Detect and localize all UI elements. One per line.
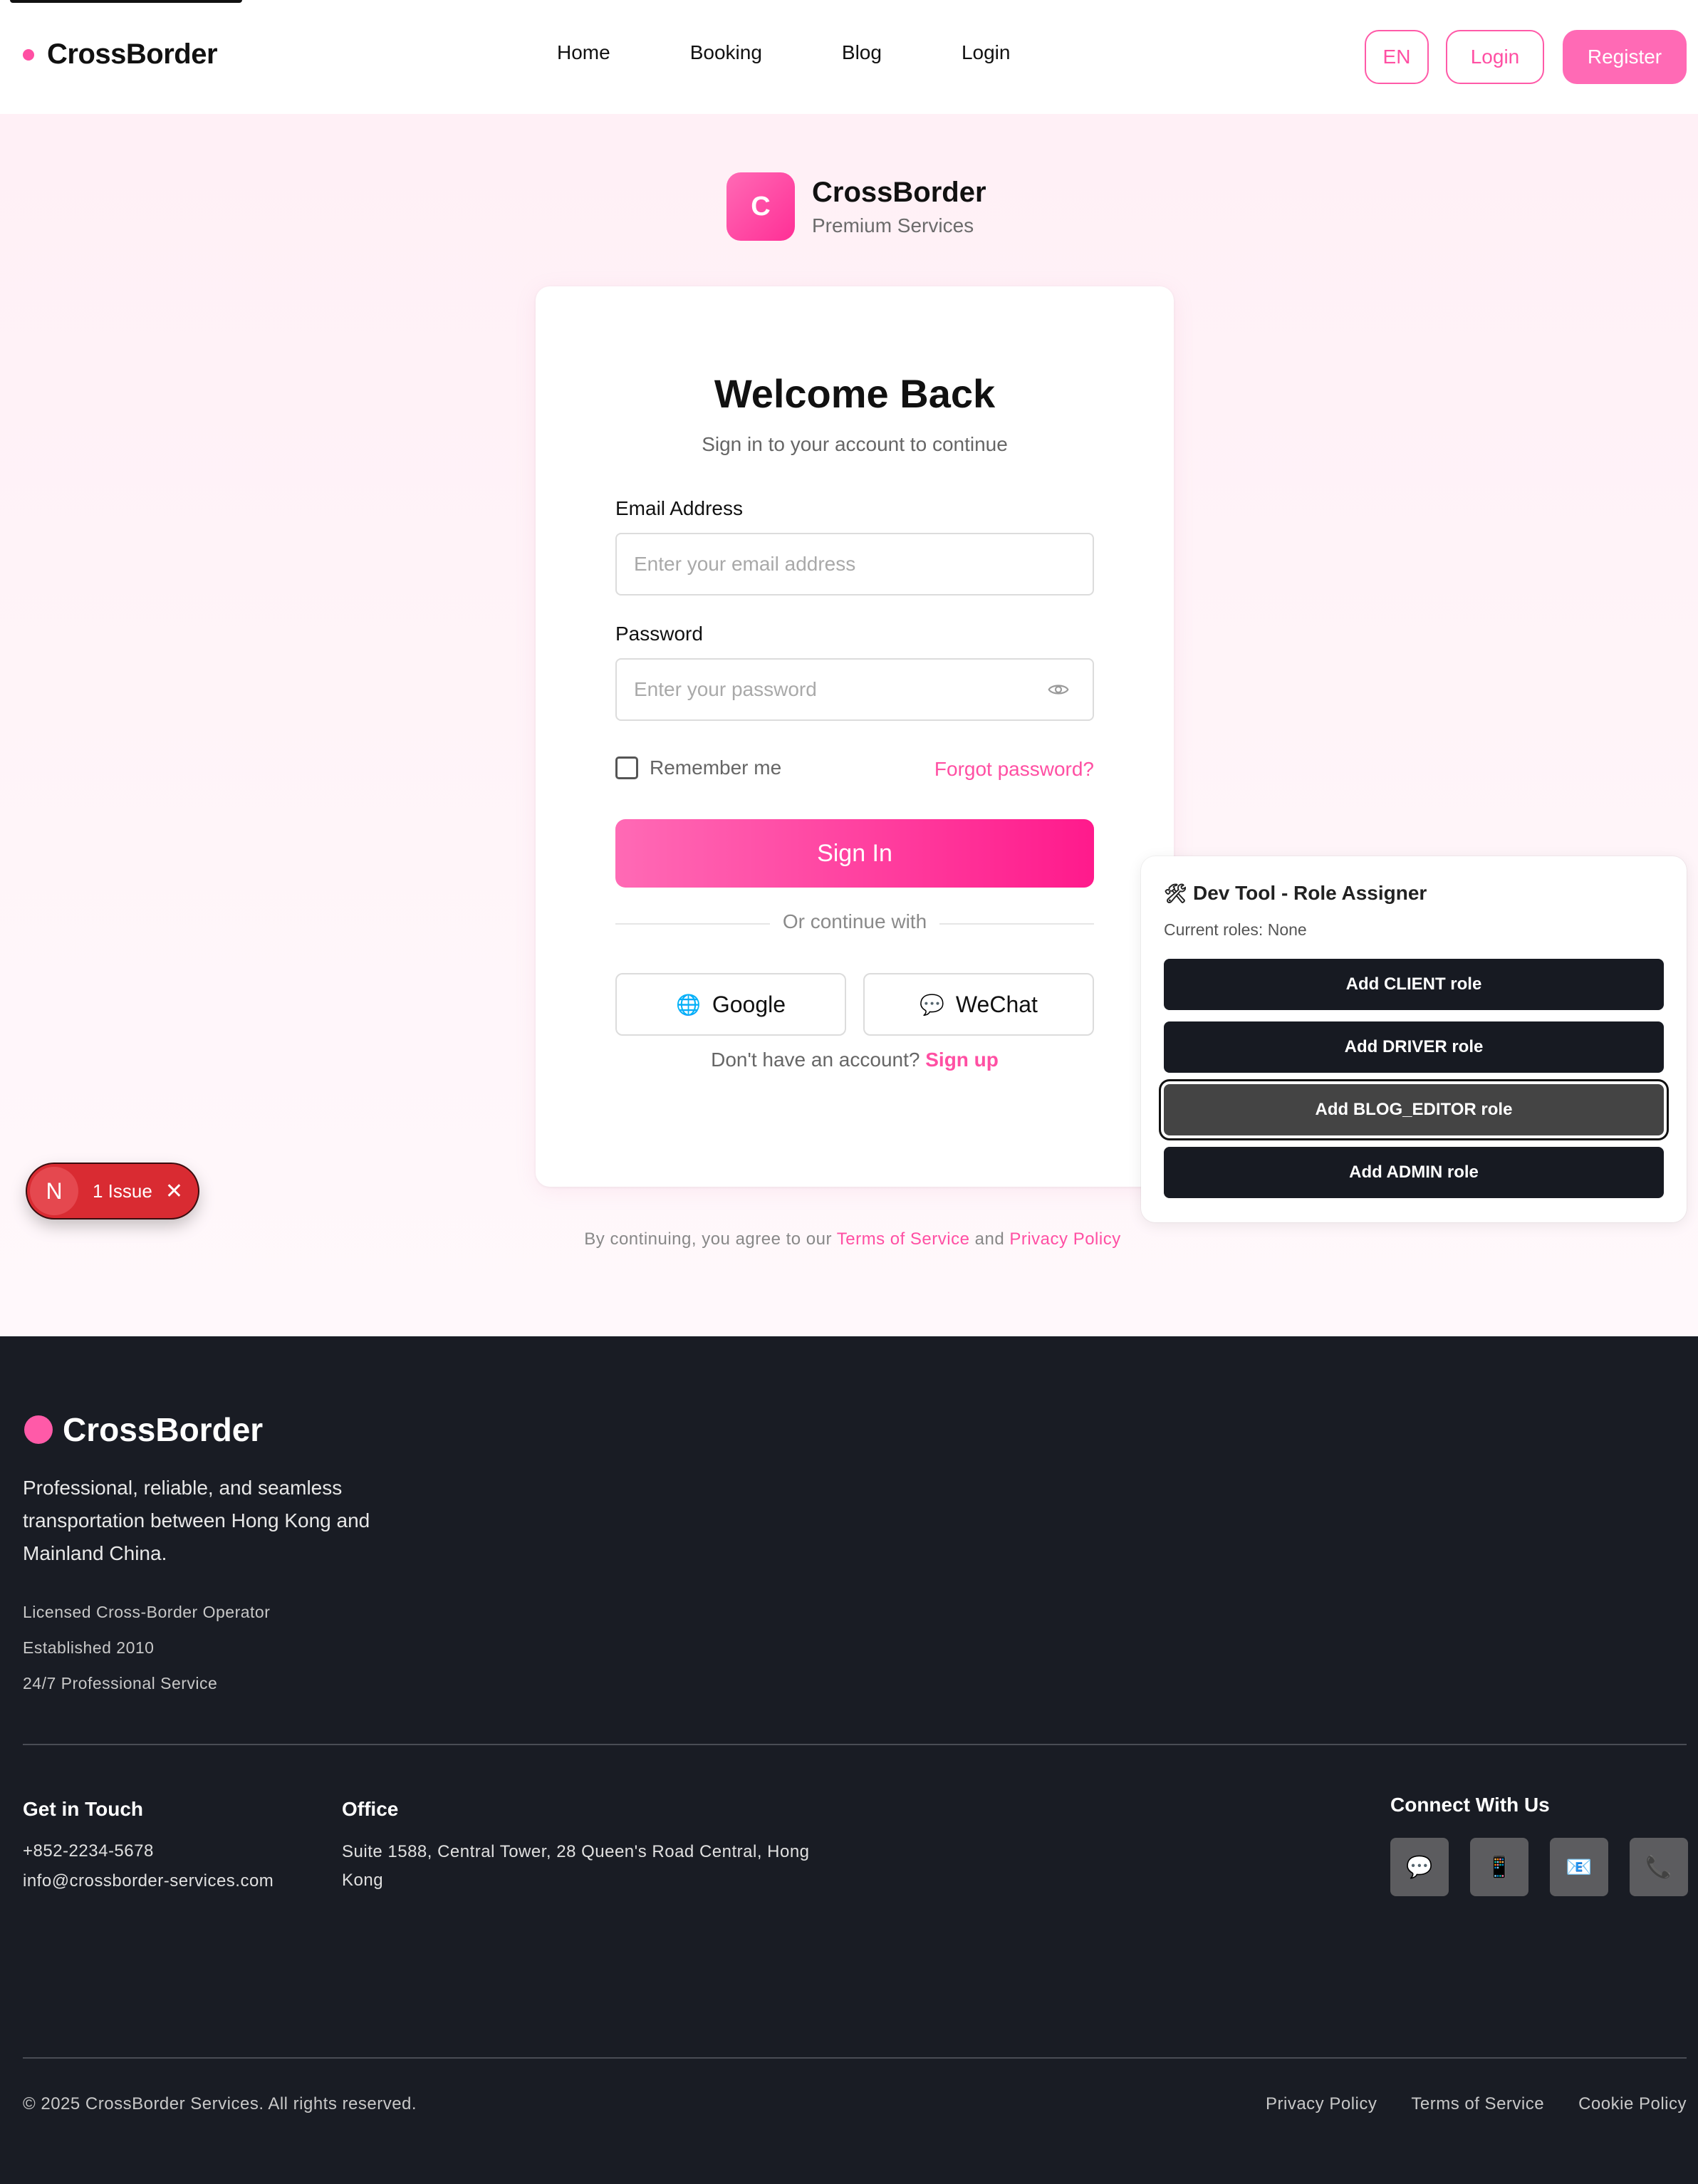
footer-brand-name: CrossBorder <box>63 1411 264 1448</box>
google-login-button[interactable]: 🌐 Google <box>615 973 846 1036</box>
footer-brand: CrossBorder <box>24 1410 263 1449</box>
wechat-login-button[interactable]: 💬 WeChat <box>863 973 1094 1036</box>
contact-details: +852-2234-5678 info@crossborder-services… <box>23 1836 274 1896</box>
divider-label: Or continue with <box>769 910 940 932</box>
terms-of-service-link[interactable]: Terms of Service <box>837 1229 970 1249</box>
email-field[interactable] <box>615 533 1094 596</box>
privacy-policy-link[interactable]: Privacy Policy <box>1009 1229 1120 1249</box>
footer-divider <box>23 1744 1687 1745</box>
header-brand[interactable]: CrossBorder <box>23 38 218 71</box>
brand-name: CrossBorder <box>47 38 218 70</box>
footer-cookie-link[interactable]: Cookie Policy <box>1578 2094 1687 2114</box>
main-nav: Home Booking Blog Login <box>557 41 1010 64</box>
login-card: Welcome Back Sign in to your account to … <box>536 286 1174 1187</box>
office-address: Suite 1588, Central Tower, 28 Queen's Ro… <box>342 1842 810 1890</box>
dev-tool-panel: 🛠 Dev Tool - Role Assigner Current roles… <box>1141 856 1687 1222</box>
page-subtitle: Sign in to your account to continue <box>702 433 1008 455</box>
wechat-label: WeChat <box>955 991 1038 1017</box>
email-label: Email Address <box>615 497 743 519</box>
mobile-phone-icon[interactable]: 📱 <box>1470 1838 1528 1896</box>
phone-icon[interactable]: 📞 <box>1630 1838 1688 1896</box>
site-footer: CrossBorder Professional, reliable, and … <box>0 1336 1698 2184</box>
office-title: Office <box>342 1798 399 1820</box>
tools-icon: 🛠 <box>1164 882 1188 904</box>
footer-fact: Licensed Cross-Border Operator <box>23 1603 271 1621</box>
brand-dot-icon <box>23 48 34 61</box>
footer-links: Privacy Policy Terms of Service Cookie P… <box>1231 2094 1687 2114</box>
nav-login[interactable]: Login <box>962 41 1011 64</box>
copyright: © 2025 CrossBorder Services. All rights … <box>23 2094 417 2113</box>
logo-subtitle: Premium Services <box>812 214 974 236</box>
sign-up-link[interactable]: Sign up <box>925 1049 999 1071</box>
connect-title: Connect With Us <box>1390 1794 1550 1816</box>
footer-bottom-divider <box>23 2057 1687 2059</box>
page-title: Welcome Back <box>714 371 996 416</box>
sign-in-button[interactable]: Sign In <box>615 819 1094 888</box>
issue-count[interactable]: 1 Issue <box>93 1180 152 1202</box>
password-label: Password <box>615 623 703 645</box>
header-register-button[interactable]: Register <box>1563 30 1687 84</box>
dev-tool-title: 🛠 Dev Tool - Role Assigner <box>1164 882 1427 905</box>
google-label: Google <box>712 991 786 1017</box>
dev-tool-title-text: Dev Tool - Role Assigner <box>1193 882 1427 904</box>
nav-booking[interactable]: Booking <box>690 41 762 64</box>
logo-badge-icon: C <box>726 172 795 241</box>
language-button[interactable]: EN <box>1365 30 1429 84</box>
current-roles: Current roles: None <box>1164 920 1307 939</box>
contact-email[interactable]: info@crossborder-services.com <box>23 1866 274 1896</box>
terms-and: and <box>974 1229 1005 1249</box>
page-logo: C CrossBorder Premium Services <box>726 172 986 241</box>
header-login-button[interactable]: Login <box>1446 30 1544 84</box>
footer-privacy-link[interactable]: Privacy Policy <box>1266 2094 1377 2114</box>
remember-label: Remember me <box>650 756 782 779</box>
footer-fact: Established 2010 <box>23 1638 155 1657</box>
footer-brand-dot-icon <box>24 1415 53 1444</box>
password-field[interactable] <box>615 658 1094 721</box>
top-loading-strip <box>10 0 242 3</box>
add-blog-editor-role-button[interactable]: Add BLOG_EDITOR role <box>1164 1084 1664 1135</box>
issues-badge[interactable]: N 1 Issue ✕ <box>27 1164 198 1218</box>
signup-prompt: Don't have an account? Sign up <box>536 1049 1174 1071</box>
footer-facts: Licensed Cross-Border Operator Establish… <box>23 1603 270 1710</box>
terms-prefix: By continuing, you agree to our <box>584 1229 832 1249</box>
email-icon[interactable]: 📧 <box>1550 1838 1608 1896</box>
nav-home[interactable]: Home <box>557 41 610 64</box>
eye-icon[interactable] <box>1047 678 1070 701</box>
forgot-password-link[interactable]: Forgot password? <box>934 758 1094 781</box>
footer-terms-link[interactable]: Terms of Service <box>1411 2094 1544 2114</box>
no-account-text: Don't have an account? <box>711 1049 920 1071</box>
add-driver-role-button[interactable]: Add DRIVER role <box>1164 1021 1664 1073</box>
next-logo-icon: N <box>30 1167 78 1215</box>
remember-checkbox[interactable] <box>615 756 638 779</box>
add-admin-role-button[interactable]: Add ADMIN role <box>1164 1147 1664 1198</box>
speech-bubble-icon: 💬 <box>920 993 944 1016</box>
terms-notice: By continuing, you agree to our Terms of… <box>0 1229 1698 1249</box>
footer-fact: 24/7 Professional Service <box>23 1674 218 1692</box>
chat-icon[interactable]: 💬 <box>1390 1838 1449 1896</box>
logo-title: CrossBorder <box>812 176 986 208</box>
globe-icon: 🌐 <box>675 993 701 1016</box>
close-icon[interactable]: ✕ <box>165 1179 183 1204</box>
site-header: CrossBorder Home Booking Blog Login EN L… <box>0 0 1698 114</box>
remember-me[interactable]: Remember me <box>615 756 781 779</box>
footer-description: Professional, reliable, and seamless tra… <box>23 1477 370 1564</box>
contact-phone[interactable]: +852-2234-5678 <box>23 1836 274 1866</box>
nav-blog[interactable]: Blog <box>842 41 882 64</box>
add-client-role-button[interactable]: Add CLIENT role <box>1164 959 1664 1010</box>
get-in-touch-title: Get in Touch <box>23 1798 144 1820</box>
